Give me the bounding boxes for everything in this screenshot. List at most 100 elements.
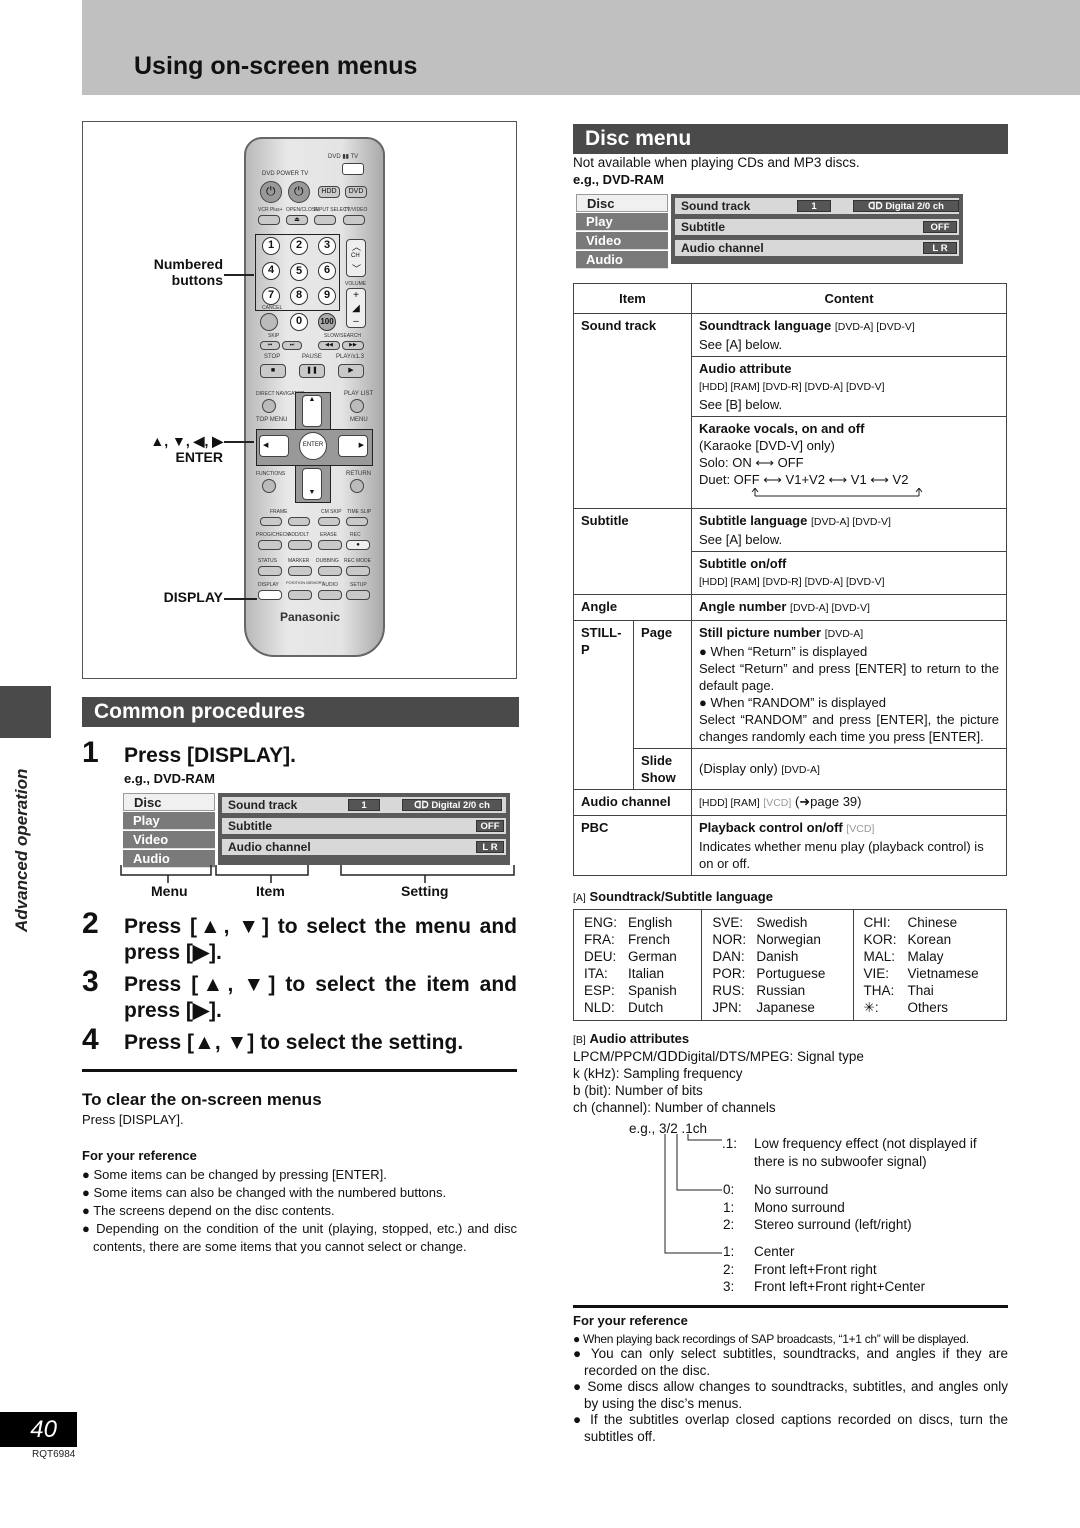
language-entry: VIE: Vietnamese	[864, 965, 996, 982]
lfe-code: .1:	[722, 1136, 738, 1151]
rec-label: REC	[350, 532, 361, 538]
osd-row-subtitle[interactable]: Subtitle OFF	[675, 219, 959, 235]
content-cell: Subtitle language [DVD-A] [DVD-V] See [A]…	[691, 508, 1007, 552]
reference-bullet: ● If the subtitles overlap closed captio…	[573, 1412, 1009, 1444]
play-button[interactable]: ▶	[338, 364, 364, 378]
record-icon: ●	[356, 542, 360, 548]
cancel-label: CANCEL	[262, 305, 283, 311]
hdd-button[interactable]: HDD	[318, 186, 340, 198]
pause-button[interactable]: ❚❚	[299, 364, 325, 378]
dvd-tv-switch[interactable]	[342, 163, 364, 175]
return-button[interactable]	[350, 479, 364, 493]
functions-button[interactable]	[262, 479, 276, 493]
frame-back-button[interactable]	[260, 517, 282, 526]
language-code: ✳:	[863, 1000, 879, 1015]
erase-button[interactable]	[318, 540, 342, 550]
osd-tab-disc[interactable]: Disc	[123, 793, 215, 811]
page-reference-link[interactable]: (➜page 39)	[795, 794, 862, 809]
marker-button[interactable]	[288, 566, 312, 576]
osd-row-audio-channel[interactable]: Audio channel L R	[222, 839, 506, 855]
skip-forward-button[interactable]: ⏭	[282, 341, 302, 350]
add-dlt-button[interactable]	[288, 540, 312, 550]
heading-prefix: [B]	[573, 1034, 586, 1046]
caption-item: Item	[256, 883, 285, 899]
dvd-button[interactable]: DVD	[345, 186, 367, 198]
content-cell: Soundtrack language [DVD-A] [DVD-V] See […	[691, 313, 1007, 357]
volume-button[interactable]: + ◢ –	[346, 288, 366, 328]
frame-forward-button[interactable]	[288, 517, 310, 526]
divider	[82, 1069, 517, 1072]
language-name: French	[628, 932, 671, 947]
language-code: DEU:	[584, 949, 617, 964]
down-arrow-button[interactable]: ▼	[302, 468, 322, 500]
position-memory-button[interactable]	[288, 590, 312, 600]
language-entry: CHI: Chinese	[864, 914, 996, 931]
direct-navigator-button[interactable]	[262, 399, 276, 413]
cancel-button[interactable]	[260, 313, 278, 331]
audio-button[interactable]	[318, 590, 342, 600]
osd-row-sound-track[interactable]: Sound track 1 ᗡᗞ Digital 2/0 ch	[675, 198, 959, 214]
osd-menu-tabs: Disc Play Video Audio	[123, 793, 215, 869]
osd-tab-play[interactable]: Play	[576, 213, 668, 231]
channel-code: 2:	[723, 1261, 735, 1277]
left-arrow-button[interactable]: ◀	[259, 435, 289, 457]
dvd-power-button[interactable]: ⏻	[260, 181, 282, 203]
time-slip-button[interactable]	[346, 517, 368, 526]
skip-back-button[interactable]: ⏮	[260, 341, 280, 350]
osd-tab-disc[interactable]: Disc	[576, 194, 668, 212]
bullet-text: You can only select subtitles, soundtrac…	[584, 1346, 1008, 1378]
osd-row-sound-track[interactable]: Sound track 1 ᗡᗞ Digital 2/0 ch	[222, 797, 506, 813]
number-button-1[interactable]: 1	[262, 237, 280, 255]
fast-forward-button[interactable]: ▶▶	[342, 341, 364, 350]
number-button-7[interactable]: 7	[262, 287, 280, 305]
disc-tags: [DVD-A]	[824, 628, 864, 640]
number-button-8[interactable]: 8	[290, 287, 308, 305]
number-button-3[interactable]: 3	[318, 237, 336, 255]
number-button-5[interactable]: 5	[290, 263, 308, 281]
number-button-9[interactable]: 9	[318, 287, 336, 305]
play-list-button[interactable]	[350, 399, 364, 413]
osd-tab-audio[interactable]: Audio	[576, 251, 668, 269]
right-arrow-button[interactable]: ▶	[338, 435, 368, 457]
osd-row-subtitle[interactable]: Subtitle OFF	[222, 818, 506, 834]
tv-video-button[interactable]	[343, 215, 365, 225]
stop-button[interactable]: ■	[260, 364, 286, 378]
osd-tab-video[interactable]: Video	[576, 232, 668, 250]
input-select-button[interactable]	[314, 215, 336, 225]
number-button-2[interactable]: 2	[290, 237, 308, 255]
rec-mode-button[interactable]	[346, 566, 370, 576]
table-row: Slide Show (Display only) [DVD-A]	[574, 748, 1007, 790]
open-close-button[interactable]: ⏏	[286, 215, 308, 225]
osd-row-audio-channel[interactable]: Audio channel L R	[675, 240, 959, 256]
number-button-6[interactable]: 6	[318, 262, 336, 280]
number-button-0[interactable]: 0	[290, 313, 308, 331]
hundred-button[interactable]: 100	[318, 313, 336, 331]
rewind-button[interactable]: ◀◀	[318, 341, 340, 350]
reference-heading: For your reference	[82, 1148, 197, 1163]
tv-power-button[interactable]: ⏻	[288, 181, 310, 203]
vcr-plus-button[interactable]	[258, 215, 280, 225]
up-arrow-button[interactable]: ▲	[302, 395, 322, 427]
leader-line	[224, 274, 254, 276]
arrow-right-icon: ▶	[358, 442, 364, 449]
display-button[interactable]	[258, 590, 282, 600]
language-table: ENG: English FRA: French DEU: German ITA: Itali…	[572, 909, 1008, 1021]
cm-skip-button[interactable]	[318, 517, 340, 526]
prog-check-button[interactable]	[258, 540, 282, 550]
osd-tab-video[interactable]: Video	[123, 831, 215, 849]
clear-menus-heading: To clear the on-screen menus	[82, 1090, 322, 1109]
language-code: NOR:	[712, 932, 747, 947]
chevron-down-icon: ﹀	[352, 264, 362, 274]
setup-button[interactable]	[346, 590, 370, 600]
channel-button[interactable]: ︿ CH ﹀	[346, 239, 366, 277]
status-button[interactable]	[258, 566, 282, 576]
language-column: CHI: Chinese KOR: Korean MAL: Malay VIE: Vietna…	[852, 909, 1008, 1021]
number-button-4[interactable]: 4	[262, 262, 280, 280]
header-item: Item	[573, 283, 692, 314]
volume-label: VOLUME	[345, 281, 367, 287]
osd-tab-play[interactable]: Play	[123, 812, 215, 830]
content-cell: Karaoke vocals, on and off (Karaoke [DVD-…	[691, 416, 1007, 509]
enter-button[interactable]: ENTER	[299, 432, 327, 460]
dubbing-button[interactable]	[318, 566, 342, 576]
rec-button[interactable]: ●	[346, 540, 370, 550]
